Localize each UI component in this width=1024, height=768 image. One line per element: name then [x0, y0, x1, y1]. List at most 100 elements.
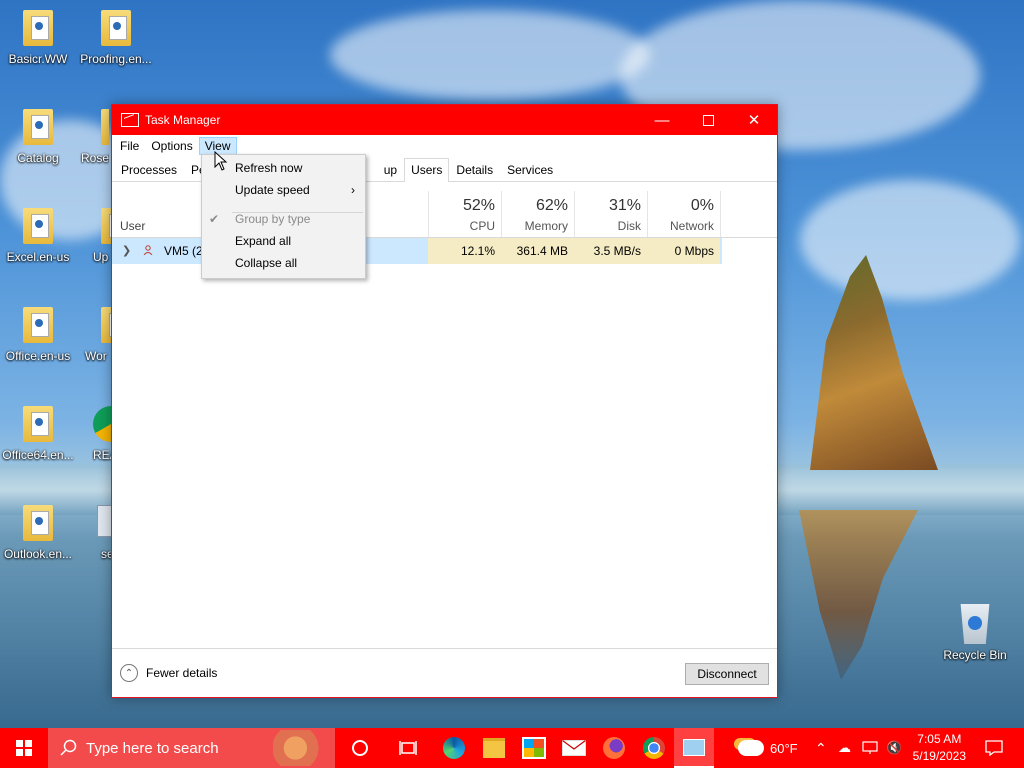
- windows-icon: [16, 740, 32, 756]
- view-menu: Refresh now Update speed › ✔ Group by ty…: [201, 154, 366, 279]
- memory-label: Memory: [524, 219, 568, 233]
- footer: ⌃ Fewer details Disconnect: [112, 648, 777, 697]
- task-manager-icon: [683, 738, 705, 756]
- row-network: 0 Mbps: [647, 238, 720, 264]
- file-icon: [97, 505, 111, 537]
- close-button[interactable]: ✕: [731, 105, 777, 135]
- desktop-icon-se[interactable]: se: [79, 505, 111, 561]
- chevron-up-icon: ⌃: [120, 664, 138, 682]
- menu-item-group-by-type: ✔ Group by type: [202, 208, 365, 230]
- desktop-icon-outlook[interactable]: Outlook.en...: [1, 505, 75, 561]
- mail-icon: [562, 740, 586, 756]
- disk-label: Disk: [617, 219, 641, 233]
- cloud-sun-icon: [738, 740, 764, 756]
- taskbar-file-explorer[interactable]: [474, 728, 514, 768]
- folder-icon: [101, 208, 111, 244]
- column-user[interactable]: User: [120, 219, 145, 233]
- taskbar-edge[interactable]: [434, 728, 474, 768]
- window-title: Task Manager: [145, 113, 221, 127]
- weather-temp: 60°F: [770, 740, 798, 756]
- desktop-icon-recycle-bin[interactable]: Recycle Bin: [938, 604, 1012, 662]
- folder-icon: [483, 738, 505, 758]
- search-box[interactable]: Type here to search: [48, 728, 335, 768]
- notifications-button[interactable]: [974, 728, 1014, 768]
- taskbar-clock[interactable]: 7:05 AM 5/19/2023: [913, 731, 966, 765]
- chevron-right-icon[interactable]: ❯: [122, 238, 131, 264]
- taskbar-store[interactable]: [514, 728, 554, 768]
- desktop-icon-office64[interactable]: Office64.en...: [1, 406, 75, 462]
- fewer-details-button[interactable]: ⌃ Fewer details: [120, 664, 217, 682]
- cliff-reflection: [799, 510, 918, 680]
- column-disk[interactable]: 31% Disk: [574, 191, 647, 237]
- desktop-icon-word[interactable]: Wor: [79, 307, 111, 363]
- desktop-icon-basicr[interactable]: Basicr.WW: [1, 10, 75, 66]
- desktop-icon-office[interactable]: Office.en-us: [1, 307, 75, 363]
- user-name: VM5 (2: [164, 244, 203, 258]
- volume-mute-icon: 🔇: [886, 740, 903, 755]
- firefox-icon: [603, 737, 625, 759]
- menu-file[interactable]: File: [114, 137, 145, 155]
- cpu-total: 52%: [462, 197, 495, 214]
- chrome-icon: [93, 406, 111, 442]
- clock-time: 7:05 AM: [917, 732, 962, 746]
- tab-users[interactable]: Users: [404, 158, 450, 182]
- taskbar: Type here to search 60°F ⌃ ☁ 🔇 7:05 AM 5…: [0, 728, 1024, 768]
- store-icon: [522, 737, 546, 759]
- task-view-icon: [399, 741, 417, 755]
- tab-startup[interactable]: up: [377, 158, 404, 181]
- folder-icon: [23, 505, 53, 541]
- folder-icon: [23, 307, 53, 343]
- disconnect-button[interactable]: Disconnect: [685, 663, 769, 685]
- disk-total: 31%: [608, 197, 641, 214]
- user-icon: [143, 245, 153, 255]
- desktop-icon-up[interactable]: Up: [79, 208, 111, 264]
- close-icon: ✕: [747, 112, 761, 129]
- tray-icon-volume[interactable]: 🔇: [886, 728, 902, 768]
- menu-item-collapse-all[interactable]: Collapse all: [202, 252, 365, 274]
- clock-date: 5/19/2023: [912, 749, 966, 763]
- cortana-button[interactable]: [340, 728, 380, 768]
- folder-icon: [23, 208, 53, 244]
- row-disk: 3.5 MB/s: [574, 238, 647, 264]
- desktop-icon-rosel[interactable]: Rosel: [79, 109, 109, 165]
- taskbar-task-manager[interactable]: [674, 728, 714, 768]
- column-memory[interactable]: 62% Memory: [501, 191, 574, 237]
- network-total: 0%: [690, 197, 714, 214]
- maximize-button[interactable]: [685, 105, 731, 135]
- minimize-button[interactable]: —: [639, 105, 685, 135]
- column-cpu[interactable]: 52% CPU: [428, 191, 501, 237]
- minimize-icon: —: [654, 111, 670, 129]
- desktop-icon-reader[interactable]: REA: [79, 406, 111, 462]
- desktop-icon-proofing[interactable]: Proofing.en...: [79, 10, 153, 66]
- menu-item-update-speed[interactable]: Update speed ›: [202, 179, 365, 201]
- tab-processes[interactable]: Processes: [114, 158, 184, 181]
- search-placeholder: Type here to search: [86, 739, 219, 757]
- tray-icon-network-off[interactable]: ☁: [838, 728, 851, 768]
- taskbar-firefox[interactable]: [594, 728, 634, 768]
- notification-icon: [985, 740, 1003, 756]
- row-memory: 361.4 MB: [501, 238, 574, 264]
- weather-widget[interactable]: 60°F: [738, 728, 798, 768]
- tab-services[interactable]: Services: [500, 158, 560, 181]
- desktop-icon-excel[interactable]: Excel.en-us: [1, 208, 75, 264]
- show-hidden-icons-button[interactable]: ⌃: [815, 728, 827, 768]
- tab-details[interactable]: Details: [449, 158, 500, 181]
- tray-icon-network[interactable]: [862, 728, 878, 768]
- checkmark-icon: ✔: [209, 212, 220, 226]
- taskbar-chrome[interactable]: [634, 728, 674, 768]
- start-button[interactable]: [0, 728, 48, 768]
- title-bar[interactable]: Task Manager — ✕: [112, 105, 777, 135]
- mouse-cursor-icon: [214, 151, 228, 171]
- chevron-up-icon: ⌃: [815, 739, 827, 756]
- column-network[interactable]: 0% Network: [647, 191, 721, 237]
- network-label: Network: [669, 219, 714, 233]
- menu-item-expand-all[interactable]: Expand all: [202, 230, 365, 252]
- task-view-button[interactable]: [388, 728, 428, 768]
- cloud: [330, 10, 650, 100]
- menu-options[interactable]: Options: [145, 137, 198, 155]
- fewer-details-label: Fewer details: [146, 666, 218, 680]
- taskbar-mail[interactable]: [554, 728, 594, 768]
- folder-icon: [23, 406, 53, 442]
- edge-icon: [443, 737, 465, 759]
- desktop-icon-catalog[interactable]: Catalog: [1, 109, 75, 165]
